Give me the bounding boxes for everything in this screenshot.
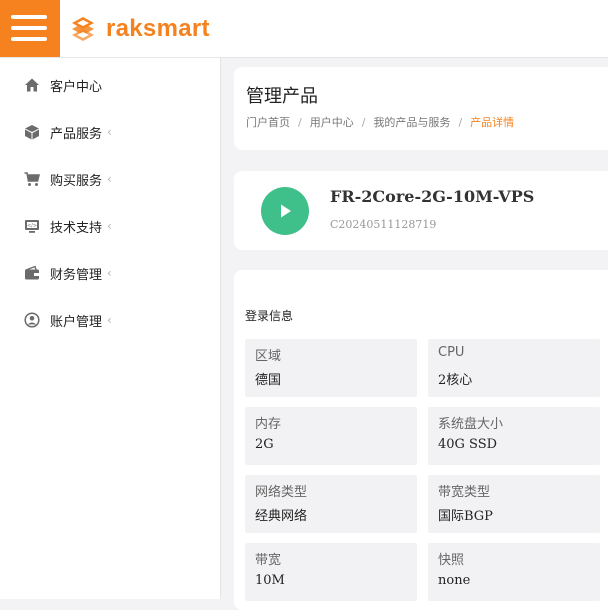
sidebar-item-label: 技术支持 bbox=[50, 220, 103, 236]
product-name: FR-2Core-2G-10M-VPS bbox=[330, 187, 535, 206]
info-label: 快照 bbox=[438, 553, 465, 568]
wallet-icon bbox=[24, 265, 40, 281]
home-icon bbox=[24, 77, 40, 93]
cart-icon bbox=[24, 171, 40, 187]
breadcrumb-product-details: 产品详情 bbox=[470, 116, 515, 129]
breadcrumb-my-products[interactable]: 我的产品与服务 bbox=[373, 114, 450, 130]
info-value: 10M bbox=[255, 573, 285, 588]
brand-logo[interactable]: raksmart bbox=[68, 12, 210, 46]
sidebar: 客户中心 产品服务 ‹ 购买服务 ‹ </> 技术支持 ‹ 财务管理 ‹ 账户管… bbox=[0, 58, 221, 599]
breadcrumb-portal-home[interactable]: 门户首页 bbox=[246, 114, 290, 130]
sidebar-item-purchase-services[interactable]: 购买服务 ‹ bbox=[0, 159, 220, 199]
brand-name: raksmart bbox=[106, 15, 210, 42]
info-label: 系统盘大小 bbox=[438, 417, 504, 432]
sidebar-item-finance[interactable]: 财务管理 ‹ bbox=[0, 253, 220, 293]
monitor-icon: </> bbox=[24, 218, 40, 234]
breadcrumb-separator: / bbox=[298, 115, 302, 129]
chevron-left-icon: ‹ bbox=[107, 125, 112, 139]
hamburger-menu-button[interactable] bbox=[0, 0, 60, 57]
breadcrumb-separator: / bbox=[361, 115, 366, 129]
info-label: 带宽 bbox=[255, 553, 282, 568]
product-id: C20240511128719 bbox=[330, 218, 437, 231]
info-value: 2核心 bbox=[438, 373, 473, 388]
top-header: raksmart bbox=[0, 0, 608, 58]
svg-text:</>: </> bbox=[27, 223, 37, 229]
info-value: 经典网络 bbox=[255, 509, 308, 524]
user-circle-icon bbox=[24, 312, 40, 328]
info-label: 带宽类型 bbox=[438, 485, 491, 500]
info-box-snapshot: 快照 none bbox=[428, 543, 600, 601]
info-value: 40G SSD bbox=[438, 437, 498, 452]
sidebar-item-customer-center[interactable]: 客户中心 bbox=[0, 65, 220, 105]
page-title: 管理产品 bbox=[246, 86, 318, 107]
info-value: 2G bbox=[255, 437, 274, 452]
play-icon bbox=[281, 204, 291, 218]
sidebar-item-label: 产品服务 bbox=[50, 126, 103, 142]
info-box-network-type: 网络类型 经典网络 bbox=[245, 475, 417, 533]
info-box-disk-size: 系统盘大小 40G SSD bbox=[428, 407, 600, 465]
status-running-icon bbox=[261, 187, 309, 235]
chevron-left-icon: ‹ bbox=[107, 266, 112, 280]
login-info-title: 登录信息 bbox=[245, 309, 294, 323]
box-icon bbox=[24, 124, 40, 140]
info-box-region: 区域 德国 bbox=[245, 339, 417, 397]
breadcrumb-user-center[interactable]: 用户中心 bbox=[310, 114, 354, 130]
info-label: CPU bbox=[438, 345, 465, 360]
info-box-bandwidth: 带宽 10M bbox=[245, 543, 417, 601]
chevron-left-icon: ‹ bbox=[107, 313, 112, 327]
info-label: 区域 bbox=[255, 349, 282, 364]
info-value: 国际BGP bbox=[438, 509, 493, 524]
breadcrumb: 门户首页 / 用户中心 / 我的产品与服务 / 产品详情 bbox=[246, 114, 514, 130]
info-value: 德国 bbox=[255, 373, 282, 388]
info-label: 网络类型 bbox=[255, 485, 308, 500]
chevron-left-icon: ‹ bbox=[107, 219, 112, 233]
raksmart-logo-icon bbox=[72, 17, 94, 41]
sidebar-item-label: 购买服务 bbox=[50, 173, 103, 189]
info-box-cpu: CPU 2核心 bbox=[428, 339, 600, 397]
chevron-left-icon: ‹ bbox=[107, 172, 112, 186]
sidebar-item-label: 账户管理 bbox=[50, 314, 103, 330]
breadcrumb-separator: / bbox=[458, 115, 463, 129]
info-value: none bbox=[438, 573, 471, 588]
info-box-memory: 内存 2G bbox=[245, 407, 417, 465]
sidebar-item-tech-support[interactable]: </> 技术支持 ‹ bbox=[0, 206, 220, 246]
sidebar-item-label: 客户中心 bbox=[50, 79, 103, 95]
sidebar-item-product-services[interactable]: 产品服务 ‹ bbox=[0, 112, 220, 152]
page-header-card bbox=[234, 67, 608, 150]
sidebar-item-label: 财务管理 bbox=[50, 267, 103, 283]
info-label: 内存 bbox=[255, 417, 282, 432]
sidebar-item-account[interactable]: 账户管理 ‹ bbox=[0, 300, 220, 340]
info-box-bandwidth-type: 带宽类型 国际BGP bbox=[428, 475, 600, 533]
